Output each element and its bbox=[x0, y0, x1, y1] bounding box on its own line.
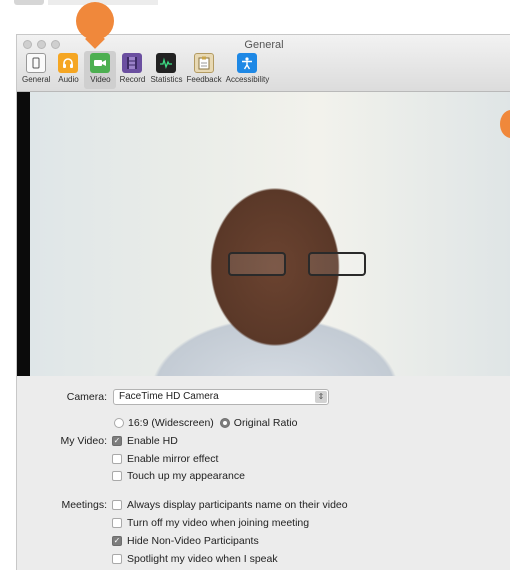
hide-non-video-label: Hide Non-Video Participants bbox=[127, 535, 259, 547]
display-names-option[interactable]: Always display participants name on thei… bbox=[112, 499, 348, 511]
camera-label: Camera: bbox=[66, 391, 107, 403]
tab-general-label: General bbox=[22, 75, 51, 84]
ratio-original-label: Original Ratio bbox=[233, 417, 298, 429]
tab-statistics[interactable]: Statistics bbox=[148, 51, 184, 89]
turn-off-video-option[interactable]: Turn off my video when joining meeting bbox=[112, 517, 309, 529]
video-camera-icon bbox=[90, 53, 111, 73]
tab-accessibility[interactable]: Accessibility bbox=[224, 51, 272, 89]
camera-select-value: FaceTime HD Camera bbox=[119, 391, 219, 402]
touch-up-checkbox[interactable] bbox=[112, 471, 122, 481]
general-icon bbox=[26, 53, 47, 73]
display-names-checkbox[interactable] bbox=[112, 500, 122, 510]
mirror-checkbox[interactable] bbox=[112, 454, 122, 464]
tab-accessibility-label: Accessibility bbox=[225, 75, 270, 84]
touch-up-label: Touch up my appearance bbox=[127, 470, 245, 482]
statistics-icon bbox=[156, 53, 177, 73]
tab-audio[interactable]: Audio bbox=[52, 51, 84, 89]
accessibility-icon bbox=[237, 53, 258, 73]
record-icon bbox=[122, 53, 143, 73]
ratio-widescreen-label: 16:9 (Widescreen) bbox=[128, 417, 214, 429]
tab-general[interactable]: General bbox=[20, 51, 52, 89]
mirror-option[interactable]: Enable mirror effect bbox=[112, 453, 218, 465]
hide-non-video-option[interactable]: ✓ Hide Non-Video Participants bbox=[112, 535, 259, 547]
tab-video[interactable]: Video bbox=[84, 51, 117, 89]
camera-select[interactable]: FaceTime HD Camera ⇕ bbox=[113, 389, 329, 405]
enable-hd-label: Enable HD bbox=[127, 435, 178, 447]
my-video-label: My Video: bbox=[60, 435, 108, 447]
enable-hd-option[interactable]: ✓ Enable HD bbox=[112, 435, 178, 447]
video-preview bbox=[17, 92, 510, 376]
spotlight-label: Spotlight my video when I speak bbox=[127, 553, 278, 565]
tab-feedback-label: Feedback bbox=[186, 75, 222, 84]
settings-window: General General Audio Video Record Stati… bbox=[16, 34, 510, 570]
feedback-icon bbox=[194, 53, 215, 73]
tab-video-label: Video bbox=[90, 75, 111, 84]
spotlight-option[interactable]: Spotlight my video when I speak bbox=[112, 553, 278, 565]
meetings-label: Meetings: bbox=[61, 499, 107, 511]
tab-statistics-label: Statistics bbox=[150, 75, 183, 84]
turn-off-video-label: Turn off my video when joining meeting bbox=[127, 517, 310, 529]
ratio-original-radio[interactable] bbox=[219, 418, 230, 428]
turn-off-video-checkbox[interactable] bbox=[112, 518, 122, 528]
ratio-options: 16:9 (Widescreen) Original Ratio bbox=[114, 417, 297, 429]
tab-record-label: Record bbox=[119, 75, 146, 84]
video-settings-panel: Camera: FaceTime HD Camera ⇕ 16:9 (Wides… bbox=[17, 376, 510, 570]
background-tab bbox=[14, 0, 44, 5]
audio-icon bbox=[58, 53, 79, 73]
tab-audio-label: Audio bbox=[58, 75, 79, 84]
hide-non-video-checkbox[interactable]: ✓ bbox=[112, 536, 122, 546]
display-names-label: Always display participants name on thei… bbox=[127, 499, 348, 511]
ratio-widescreen-radio[interactable] bbox=[114, 418, 124, 428]
tab-feedback[interactable]: Feedback bbox=[184, 51, 223, 89]
camera-feed-image bbox=[30, 92, 510, 376]
chevron-updown-icon: ⇕ bbox=[315, 391, 327, 403]
tab-record[interactable]: Record bbox=[116, 51, 148, 89]
spotlight-checkbox[interactable] bbox=[112, 554, 122, 564]
preferences-toolbar: General Audio Video Record Statistics Fe… bbox=[20, 51, 271, 89]
mirror-label: Enable mirror effect bbox=[127, 453, 219, 465]
touch-up-option[interactable]: Touch up my appearance bbox=[112, 470, 245, 482]
enable-hd-checkbox[interactable]: ✓ bbox=[112, 436, 122, 446]
person-glasses bbox=[228, 252, 378, 280]
